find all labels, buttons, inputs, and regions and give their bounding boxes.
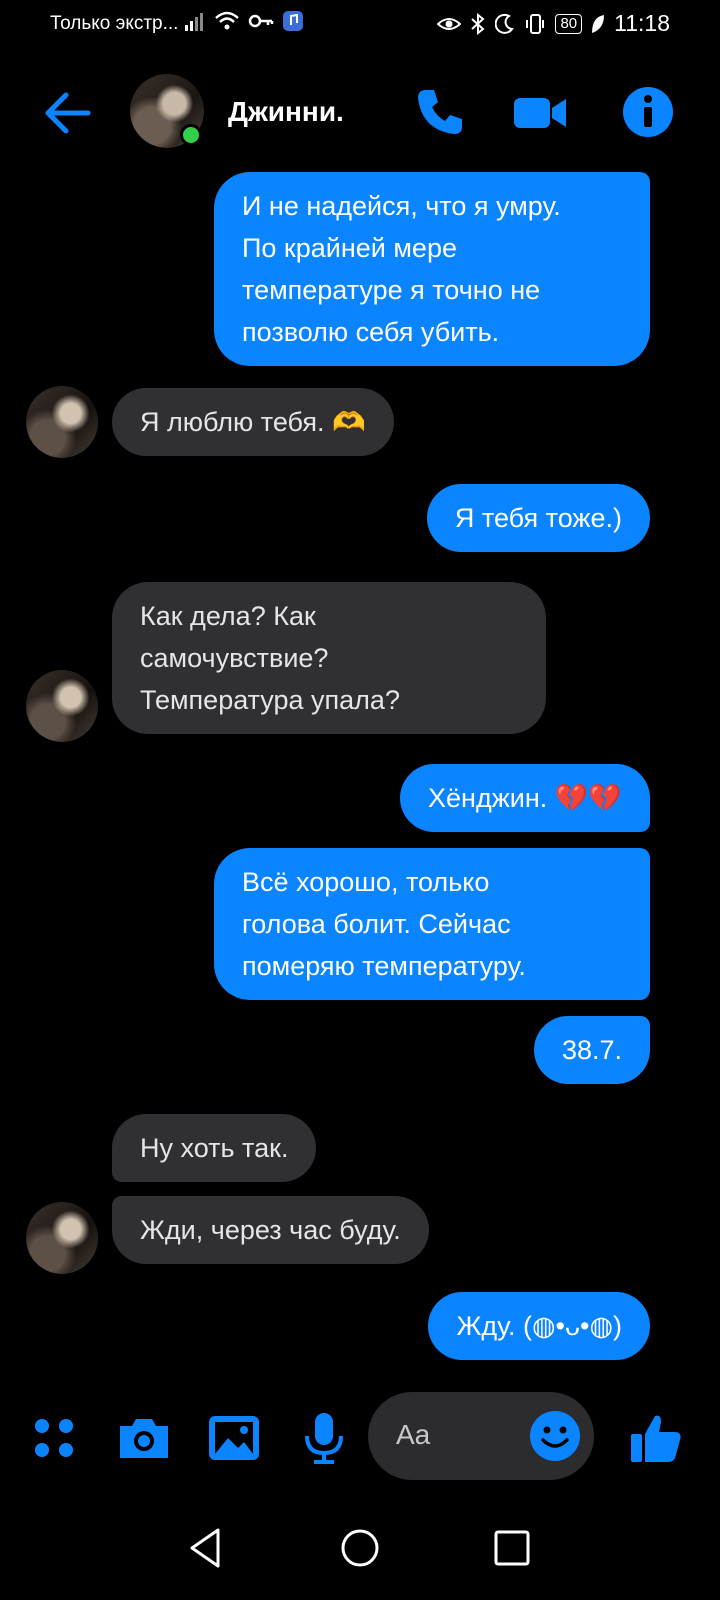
info-icon[interactable] [620,84,676,140]
vibrate-icon [526,13,545,34]
video-camera-icon[interactable] [512,84,568,140]
nav-home-icon[interactable] [336,1524,384,1572]
message-outgoing[interactable]: И не надейся, что я умру. По крайней мер… [214,172,650,366]
thumbs-up-icon[interactable] [628,1410,684,1466]
nav-back-icon[interactable] [182,1524,230,1572]
contact-avatar[interactable] [130,74,204,148]
wifi-icon [215,11,239,30]
sender-avatar[interactable] [26,670,98,742]
key-icon [248,14,274,28]
message-incoming[interactable]: Я люблю тебя. 🫶 [112,388,394,456]
message-composer: Aa [0,1390,720,1490]
message-outgoing[interactable]: 38.7. [533,1016,650,1084]
message-input-placeholder: Aa [396,1419,431,1450]
online-indicator [180,124,202,146]
nav-recents-icon[interactable] [488,1524,536,1572]
status-bar: Только экстр... 80 11:18 [0,0,720,48]
battery-level: 80 [555,13,583,34]
camera-icon[interactable] [116,1410,172,1466]
sender-avatar[interactable] [26,1202,98,1274]
contact-name[interactable]: Джинни. [228,96,344,128]
clock: 11:18 [614,10,670,36]
leaf-icon [592,14,605,33]
eye-icon [437,17,462,30]
music-app-icon [283,11,303,31]
menu-dots-icon[interactable] [26,1410,82,1466]
message-incoming[interactable]: Ну хоть так. [112,1114,317,1182]
message-outgoing[interactable]: Я тебя тоже.) [426,484,650,552]
message-incoming[interactable]: Жди, через час буду. [112,1196,429,1264]
back-arrow-icon[interactable] [40,85,96,141]
phone-icon[interactable] [412,84,468,140]
message-incoming[interactable]: Как дела? Как самочувствие? Температура … [112,582,546,734]
chat-header: Джинни. [0,60,720,160]
status-icons-left [184,10,304,32]
signal-icon [185,13,203,31]
message-outgoing[interactable]: Всё хорошо, только голова болит. Сейчас … [214,848,650,1000]
moon-icon [495,13,515,34]
emoji-icon[interactable] [528,1409,582,1463]
system-navigation-bar [0,1500,720,1600]
gallery-icon[interactable] [206,1410,262,1466]
sender-avatar[interactable] [26,386,98,458]
status-icons-right: 80 11:18 [437,10,670,37]
microphone-icon[interactable] [296,1410,352,1466]
carrier-label: Только экстр... [50,13,179,34]
bluetooth-icon [471,12,485,35]
message-input[interactable]: Aa [368,1392,594,1480]
message-outgoing[interactable]: Жду. (◍•ᴗ•◍) [428,1292,650,1360]
message-outgoing[interactable]: Хёнджин. 💔💔 [400,764,650,832]
